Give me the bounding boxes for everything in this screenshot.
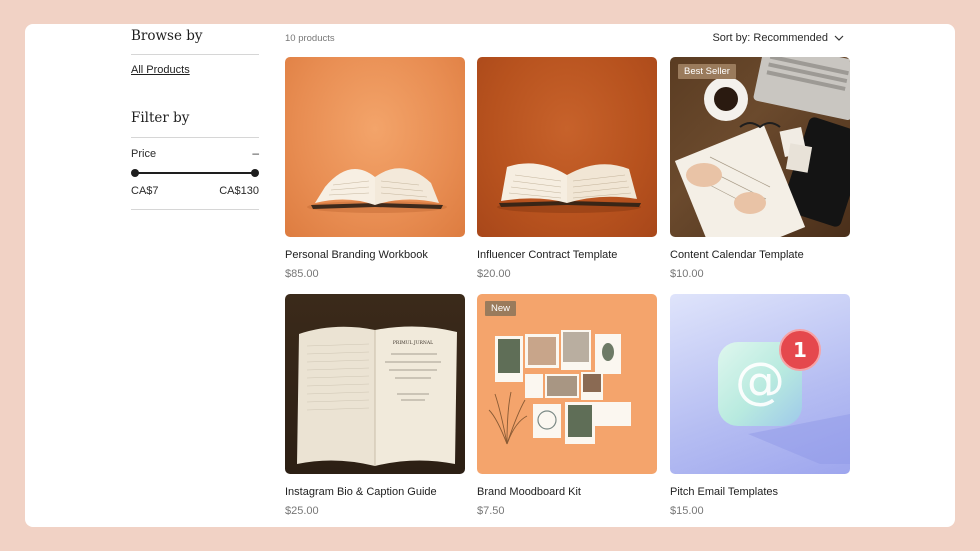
product-card[interactable]: Best Seller Content Calendar Template $1… bbox=[670, 57, 850, 280]
product-name[interactable]: Pitch Email Templates bbox=[670, 486, 778, 498]
chevron-down-icon bbox=[834, 35, 844, 41]
filter-heading: Filter by bbox=[131, 110, 190, 126]
product-image[interactable] bbox=[285, 57, 465, 237]
product-price: $10.00 bbox=[670, 268, 704, 280]
price-range-slider[interactable] bbox=[131, 168, 259, 178]
product-badge: Best Seller bbox=[678, 64, 736, 79]
product-name[interactable]: Instagram Bio & Caption Guide bbox=[285, 486, 437, 498]
at-sign-icon: @ bbox=[735, 352, 785, 410]
price-max-value: CA$130 bbox=[219, 185, 259, 197]
product-name[interactable]: Personal Branding Workbook bbox=[285, 249, 428, 261]
product-card[interactable]: Personal Branding Workbook $85.00 bbox=[285, 57, 465, 280]
open-book-illustration bbox=[497, 163, 641, 213]
product-card[interactable]: PRIMUL JURNAL Instagram Bio & Caption Gu… bbox=[285, 294, 465, 517]
product-price: $15.00 bbox=[670, 505, 704, 517]
notification-count: 1 bbox=[793, 338, 807, 362]
product-price: $7.50 bbox=[477, 505, 505, 517]
collapse-price-button[interactable]: – bbox=[247, 146, 259, 160]
moodboard-illustration bbox=[488, 330, 631, 445]
browse-heading: Browse by bbox=[131, 28, 203, 44]
product-price: $25.00 bbox=[285, 505, 319, 517]
open-book-illustration bbox=[307, 168, 447, 213]
divider bbox=[131, 209, 259, 210]
desk-planner-illustration bbox=[674, 57, 850, 237]
slider-track bbox=[135, 172, 255, 174]
product-card[interactable]: @ 1 Pitch Email Templates $15.00 bbox=[670, 294, 850, 517]
slider-min-handle[interactable] bbox=[131, 169, 139, 177]
product-image[interactable]: @ 1 bbox=[670, 294, 850, 474]
product-badge: New bbox=[485, 301, 517, 316]
product-price: $20.00 bbox=[477, 268, 511, 280]
product-image[interactable] bbox=[477, 57, 657, 237]
journal-illustration: PRIMUL JURNAL bbox=[297, 326, 457, 466]
sort-label: Sort by: Recommended bbox=[712, 32, 828, 44]
product-card[interactable]: Influencer Contract Template $20.00 bbox=[477, 57, 657, 280]
price-filter-label: Price bbox=[131, 148, 157, 160]
divider bbox=[131, 54, 259, 55]
price-min-value: CA$7 bbox=[131, 185, 159, 197]
product-card[interactable]: New Brand Moodboard Kit $7.50 bbox=[477, 294, 657, 517]
divider bbox=[131, 137, 259, 138]
product-price: $85.00 bbox=[285, 268, 319, 280]
product-count: 10 products bbox=[285, 33, 335, 44]
all-products-link[interactable]: All Products bbox=[131, 64, 190, 76]
product-image[interactable]: Best Seller bbox=[670, 57, 850, 237]
journal-title-text: PRIMUL JURNAL bbox=[393, 340, 433, 346]
product-image[interactable]: PRIMUL JURNAL bbox=[285, 294, 465, 474]
product-name[interactable]: Influencer Contract Template bbox=[477, 249, 617, 261]
slider-max-handle[interactable] bbox=[251, 169, 259, 177]
sort-dropdown[interactable]: Sort by: Recommended bbox=[712, 32, 844, 44]
page-panel: Browse by All Products Filter by Price –… bbox=[25, 24, 955, 527]
email-notification-illustration: @ 1 bbox=[718, 329, 850, 464]
product-name[interactable]: Content Calendar Template bbox=[670, 249, 804, 261]
product-name[interactable]: Brand Moodboard Kit bbox=[477, 486, 581, 498]
product-image[interactable]: New bbox=[477, 294, 657, 474]
